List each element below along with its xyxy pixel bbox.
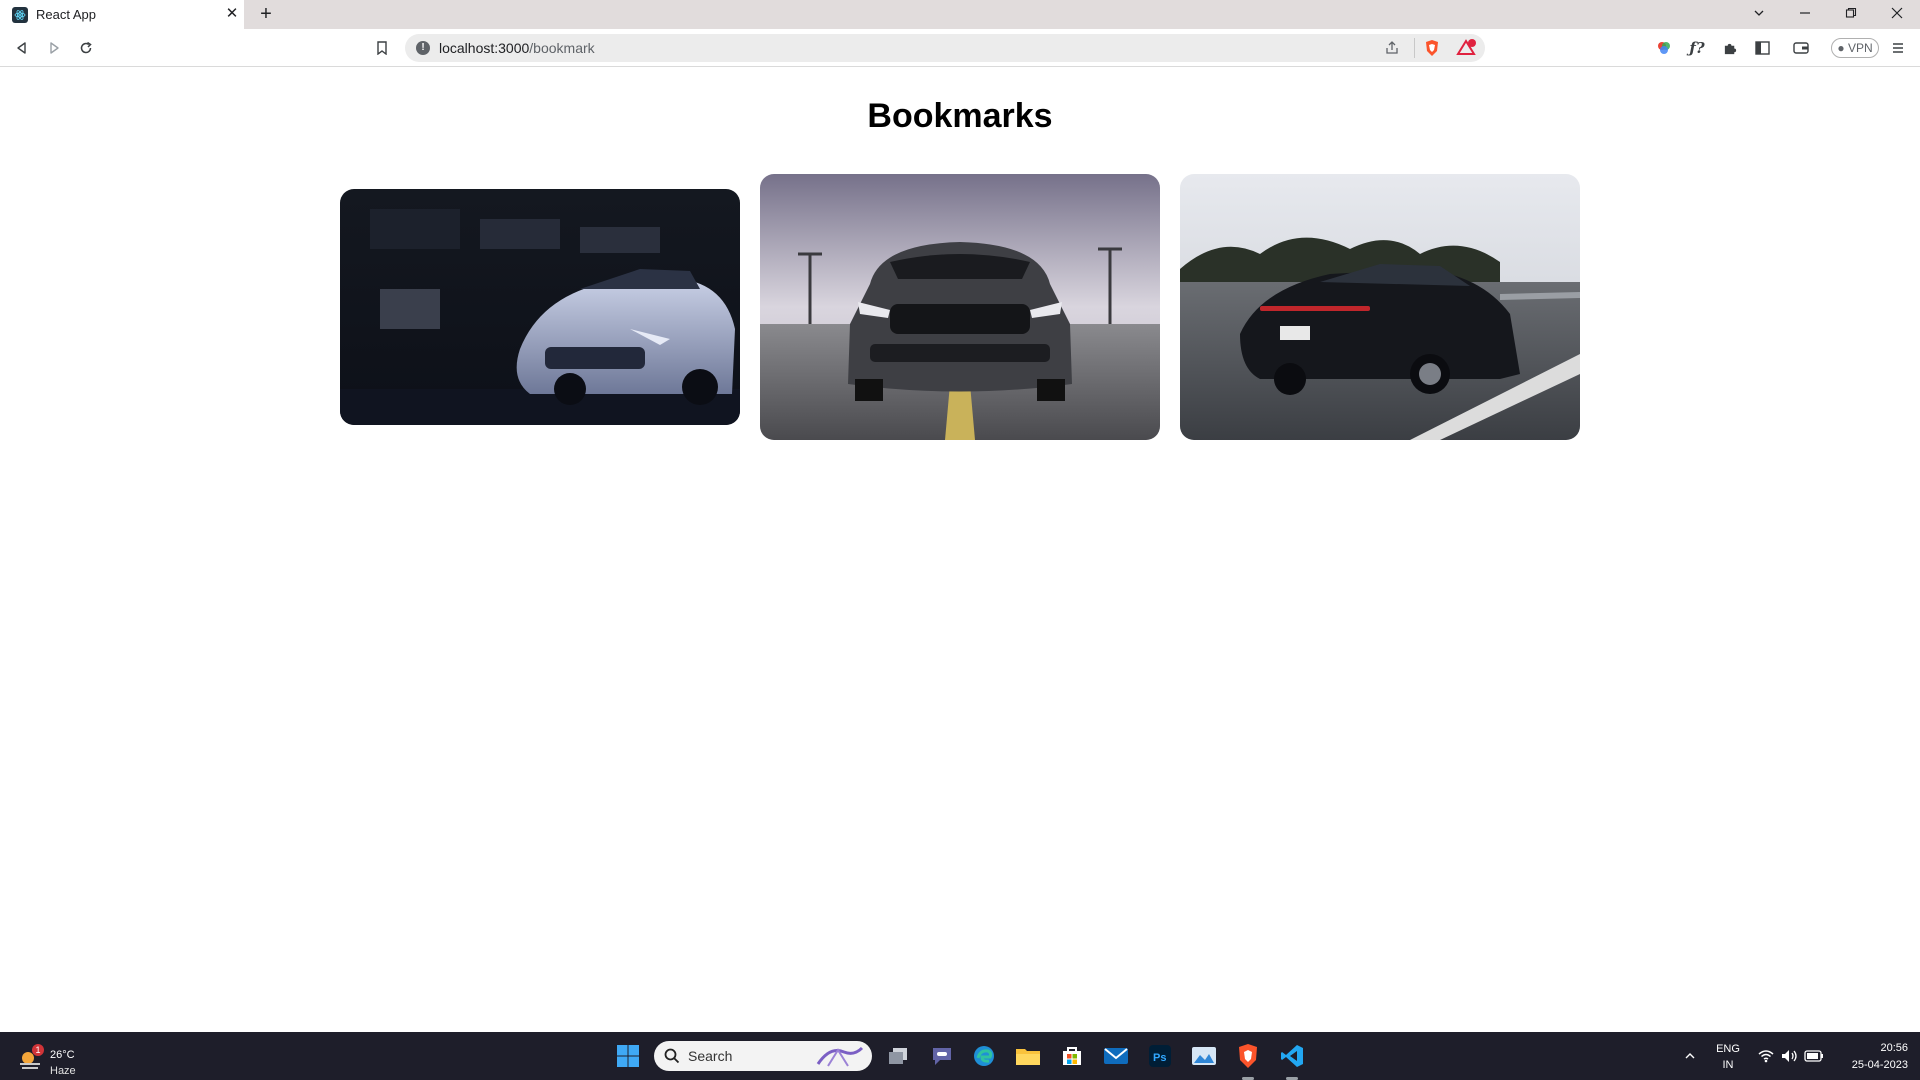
forward-button[interactable]	[44, 38, 64, 58]
menu-icon[interactable]	[1888, 38, 1908, 58]
file-explorer-icon[interactable]	[1014, 1042, 1042, 1070]
bookmark-card-1[interactable]	[340, 189, 740, 425]
edge-browser-icon[interactable]	[970, 1042, 998, 1070]
brave-browser-icon[interactable]	[1234, 1042, 1262, 1070]
bookmark-image-3	[1180, 174, 1580, 440]
brave-rewards-icon[interactable]	[1456, 39, 1476, 62]
restore-button[interactable]	[1840, 3, 1862, 25]
color-wheel-extension-icon[interactable]	[1654, 38, 1674, 58]
language-region: IN	[1722, 1059, 1734, 1071]
close-tab-icon[interactable]: ✕	[224, 6, 240, 22]
clock-time[interactable]: 20:56	[1830, 1042, 1908, 1054]
bookmark-card-3[interactable]	[1180, 174, 1580, 440]
site-info-icon[interactable]: !	[416, 41, 430, 55]
show-hidden-icons-chevron[interactable]	[1676, 1042, 1704, 1070]
page-title: Bookmarks	[867, 97, 1053, 135]
battery-icon[interactable]	[1800, 1042, 1828, 1070]
search-highlight-icon	[814, 1044, 866, 1073]
font-extension-icon[interactable]: ƒ?	[1687, 38, 1707, 58]
weather-temperature: 26°C	[50, 1049, 75, 1061]
tab-title: React App	[36, 7, 96, 22]
svg-text:Ps: Ps	[1153, 1052, 1166, 1064]
tab-search-chevron-icon[interactable]	[1748, 3, 1770, 25]
wallet-icon[interactable]	[1791, 38, 1811, 58]
photoshop-icon[interactable]: Ps	[1146, 1042, 1174, 1070]
url-text: localhost:3000/bookmark	[439, 40, 595, 56]
share-icon[interactable]	[1384, 40, 1400, 61]
brave-shields-icon[interactable]	[1424, 39, 1440, 62]
weather-description: Haze	[50, 1065, 76, 1077]
address-bar[interactable]: ! localhost:3000/bookmark	[405, 34, 1485, 62]
url-divider	[1414, 38, 1415, 58]
teams-chat-icon[interactable]	[928, 1042, 956, 1070]
url-path: /bookmark	[529, 40, 595, 56]
clock-date: 25-04-2023	[1851, 1059, 1908, 1071]
bookmark-icon[interactable]	[372, 38, 392, 58]
vpn-label: VPN	[1847, 41, 1873, 55]
sidebar-icon[interactable]	[1752, 38, 1772, 58]
close-window-button[interactable]	[1886, 3, 1908, 25]
mail-icon[interactable]	[1102, 1042, 1130, 1070]
windows-start-icon[interactable]	[614, 1042, 642, 1070]
tab-strip: React App ✕ +	[0, 0, 1920, 29]
language-code[interactable]: ENG	[1714, 1043, 1742, 1055]
react-icon	[12, 7, 28, 23]
bookmark-image-1	[340, 189, 740, 425]
task-view-icon[interactable]	[884, 1042, 912, 1070]
url-host: localhost:3000	[439, 40, 530, 56]
weather-widget[interactable]: 1 26°C Haze	[14, 1040, 104, 1077]
photos-app-icon[interactable]	[1190, 1042, 1218, 1070]
taskbar-search-box[interactable]: Search	[654, 1041, 872, 1071]
tab-react-app[interactable]: React App ✕	[0, 0, 244, 29]
new-tab-button[interactable]: +	[256, 4, 276, 24]
reload-button[interactable]	[76, 38, 96, 58]
search-placeholder: Search	[688, 1048, 733, 1064]
search-icon	[664, 1048, 680, 1069]
extensions-puzzle-icon[interactable]	[1720, 38, 1740, 58]
bookmark-image-2	[760, 174, 1160, 440]
windows-taskbar: 1 26°C Haze Search Ps ENG IN 20:56 25-04…	[0, 1032, 1920, 1080]
weather-badge: 1	[32, 1044, 44, 1056]
minimize-button[interactable]	[1794, 3, 1816, 25]
microsoft-store-icon[interactable]	[1058, 1042, 1086, 1070]
vpn-button[interactable]: ● VPN	[1831, 38, 1879, 58]
back-button[interactable]	[12, 38, 32, 58]
browser-toolbar: ! localhost:3000/bookmark ƒ? ● VPN	[0, 29, 1920, 67]
vscode-icon[interactable]	[1278, 1042, 1306, 1070]
bookmark-card-2[interactable]	[760, 174, 1160, 440]
